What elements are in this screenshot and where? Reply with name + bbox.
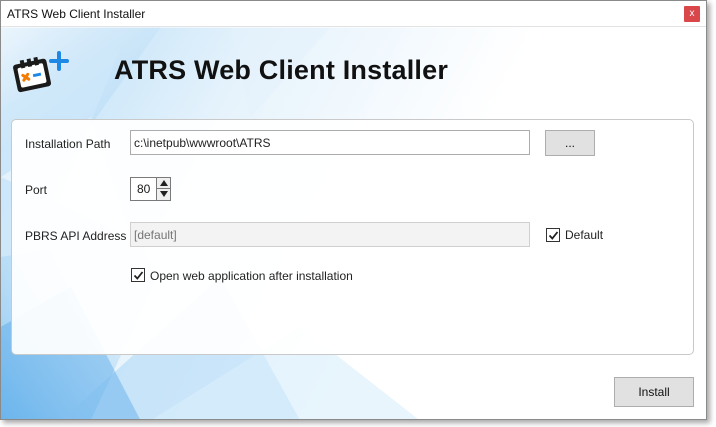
browse-button[interactable]: ... <box>545 130 595 156</box>
title-bar: ATRS Web Client Installer x <box>1 1 706 27</box>
app-title: ATRS Web Client Installer <box>114 55 449 85</box>
installer-window: ATRS Web Client Installer x ATRS Web Cli… <box>0 0 707 420</box>
port-decrement-button[interactable] <box>156 189 170 200</box>
arrow-up-icon <box>159 180 168 186</box>
port-stepper[interactable]: 80 <box>130 177 171 201</box>
checkmark-icon <box>548 231 559 240</box>
checkmark-icon <box>133 271 144 280</box>
installation-path-label: Installation Path <box>25 137 111 151</box>
port-label: Port <box>25 183 48 197</box>
open-after-install-checkbox[interactable] <box>131 268 145 282</box>
window-title: ATRS Web Client Installer <box>7 7 146 21</box>
default-checkbox-label[interactable]: Default <box>565 228 603 242</box>
atrs-logo-icon <box>13 51 69 93</box>
port-increment-button[interactable] <box>156 178 170 189</box>
close-button[interactable]: x <box>684 6 700 22</box>
installation-path-input[interactable] <box>130 130 530 155</box>
default-checkbox[interactable] <box>546 228 560 242</box>
header: ATRS Web Client Installer <box>1 27 706 117</box>
pbrs-api-label: PBRS API Address <box>25 229 127 243</box>
settings-panel: Installation Path ... Port 80 PBRS API A… <box>11 119 694 355</box>
open-after-install-label[interactable]: Open web application after installation <box>150 269 353 283</box>
pbrs-api-input[interactable] <box>130 222 530 247</box>
port-value[interactable]: 80 <box>137 182 150 196</box>
install-button[interactable]: Install <box>614 377 694 407</box>
arrow-down-icon <box>159 191 168 197</box>
